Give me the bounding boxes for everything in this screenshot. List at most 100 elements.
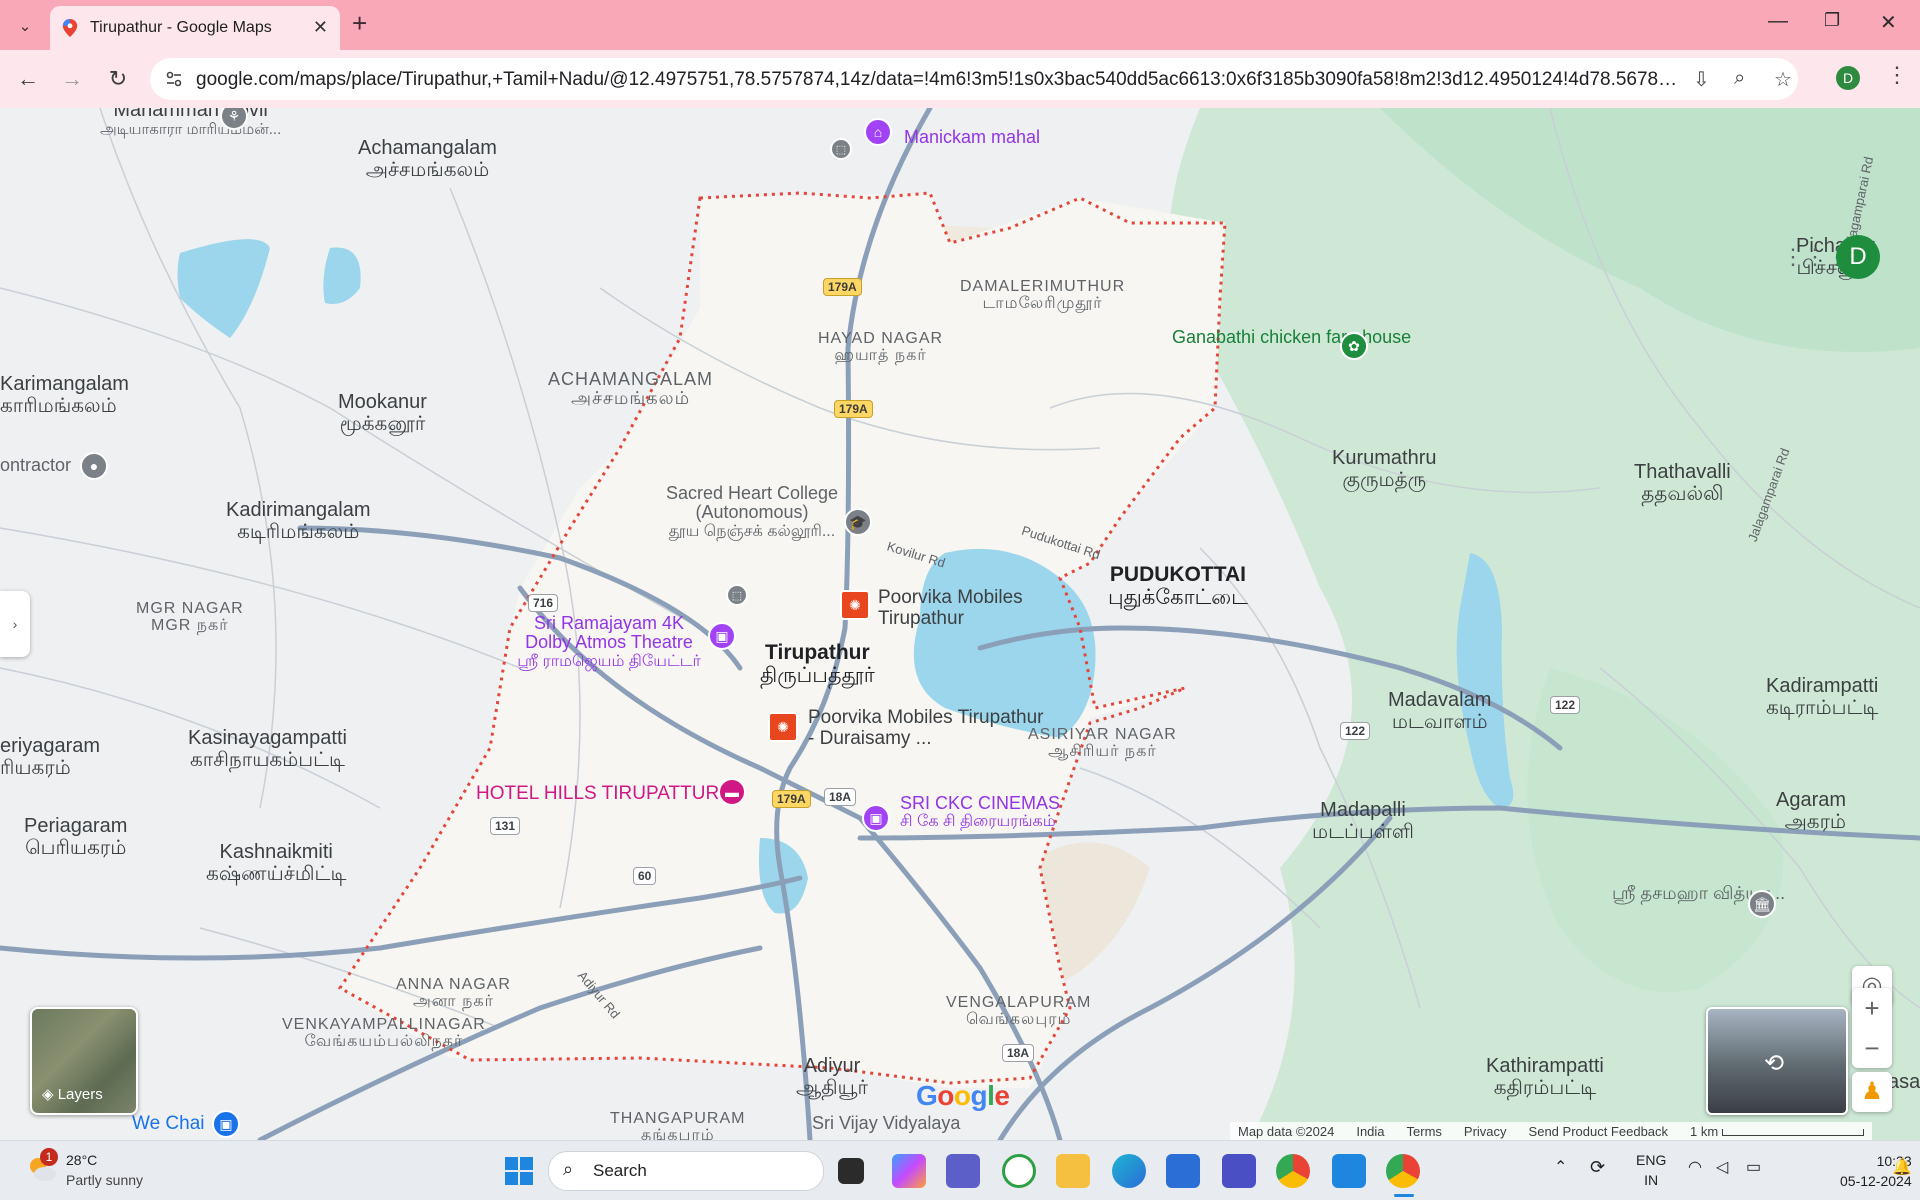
town-label-kasinayagampatti: Kasinayagampatti காசிநாயகம்பட்டி <box>188 727 347 771</box>
shop-icon[interactable]: ✺ <box>768 712 798 742</box>
town-label-partial: asa <box>1888 1071 1920 1093</box>
town-label-kadirimangalam: Kadirimangalam கடிரிமங்கலம் <box>226 499 371 543</box>
town-label-madavalam: Madavalam மடவாளம் <box>1388 689 1492 733</box>
neighborhood-label-anna-nagar: ANNA NAGAR அனா நகர் <box>396 976 511 1011</box>
shop-icon[interactable]: ✺ <box>840 590 870 620</box>
town-label-periagaram: Periagaram பெரியகரம் <box>24 815 128 859</box>
file-explorer-icon[interactable] <box>1056 1154 1090 1188</box>
show-hidden-icons-icon[interactable]: ⌃ <box>1554 1157 1567 1177</box>
route-shield-122: 122 <box>1550 696 1581 714</box>
chrome-icon[interactable] <box>1276 1154 1310 1188</box>
neighborhood-label-vengalapuram: VENGALAPURAM வெங்கலபுரம் <box>946 994 1092 1029</box>
volume-icon[interactable]: ◁ <box>1716 1157 1728 1177</box>
place-pin-icon[interactable]: ● <box>80 452 108 480</box>
forward-icon[interactable]: → <box>58 66 86 92</box>
back-icon[interactable]: ← <box>14 66 42 92</box>
town-label-achamangalam: Achamangalam அச்சமங்கலம் <box>358 137 497 181</box>
poi-sri-ramajayam-theatre[interactable]: Sri Ramajayam 4K Dolby Atmos Theatre ஸ்ர… <box>514 613 704 670</box>
route-shield-716: 716 <box>528 594 559 612</box>
poi-contractor[interactable]: ontractor <box>0 455 71 475</box>
cinema-icon[interactable]: ▣ <box>862 804 890 832</box>
zoom-out-button[interactable]: − <box>1852 1028 1892 1068</box>
zoom-icon[interactable]: ⌕ <box>1734 67 1745 90</box>
active-app-indicator <box>1394 1194 1414 1197</box>
minimize-icon[interactable]: — <box>1768 10 1788 33</box>
app-circle-icon[interactable] <box>1002 1154 1036 1188</box>
bookmark-star-icon[interactable]: ☆ <box>1774 67 1792 92</box>
weather-description[interactable]: Partly sunny <box>66 1172 143 1188</box>
copilot-icon[interactable] <box>892 1154 926 1188</box>
neighborhood-label-achamangalam: ACHAMANGALAM அச்சமங்கலம் <box>548 369 714 409</box>
wedding-hall-icon[interactable]: ⌂ <box>864 118 892 146</box>
taskbar-search[interactable]: ⌕ Search <box>548 1151 824 1191</box>
battery-icon[interactable]: ▭ <box>1746 1157 1761 1177</box>
weather-temperature[interactable]: 28°C <box>66 1152 97 1168</box>
poi-manickam-mahal[interactable]: Manickam mahal <box>904 127 1040 147</box>
terms-link[interactable]: Terms <box>1407 1122 1442 1140</box>
farm-icon[interactable]: ✿ <box>1340 332 1368 360</box>
town-label-mookanur: Mookanur மூக்கனூர் <box>338 391 427 435</box>
reload-icon[interactable]: ↻ <box>104 66 132 92</box>
browser-profile-avatar[interactable]: D <box>1836 66 1860 90</box>
route-shield-131: 131 <box>490 817 521 835</box>
tab-google-maps[interactable]: Tirupathur - Google Maps ✕ <box>50 6 340 50</box>
bus-stop-icon[interactable]: ⬚ <box>726 584 748 606</box>
windows-start-icon[interactable] <box>502 1154 536 1188</box>
poi-poorvika-mobiles-2[interactable]: Poorvika Mobiles Tirupathur - Duraisamy … <box>808 707 1048 749</box>
tab-search-chevron-icon[interactable]: ⌄ <box>12 13 38 39</box>
chrome-profile-icon[interactable] <box>1386 1154 1420 1188</box>
app-icon[interactable] <box>1222 1154 1256 1188</box>
language-indicator[interactable]: ENG IN <box>1636 1150 1666 1190</box>
window-close-icon[interactable]: ✕ <box>1880 10 1897 35</box>
town-label-periyagaram: eriyagaram ரியகரம் <box>0 735 101 779</box>
layers-button[interactable]: ◈ Layers <box>30 1007 138 1115</box>
poi-sri-vijay-vidyalaya[interactable]: Sri Vijay Vidyalaya <box>812 1113 960 1133</box>
weather-notification-badge: 1 <box>40 1148 58 1166</box>
feedback-link[interactable]: Send Product Feedback <box>1529 1122 1668 1140</box>
edge-icon[interactable] <box>1112 1154 1146 1188</box>
maps-pin-icon <box>62 19 78 37</box>
scale-label[interactable]: 1 km <box>1690 1122 1864 1140</box>
hotel-icon[interactable]: ▬ <box>718 778 746 806</box>
neighborhood-label-asiriyar-nagar: ASIRIYAR NAGAR ஆசிரியர் நகர் <box>1028 726 1177 761</box>
wifi-icon[interactable]: ◠ <box>1688 1157 1702 1177</box>
school-icon[interactable]: 🏛 <box>1748 890 1776 918</box>
task-view-icon[interactable] <box>838 1158 864 1184</box>
site-settings-icon[interactable] <box>164 69 184 89</box>
browser-menu-icon[interactable]: ⋮ <box>1886 62 1908 88</box>
teams-icon[interactable] <box>946 1154 980 1188</box>
install-app-icon[interactable]: ⇩ <box>1693 67 1710 92</box>
theatre-icon[interactable]: ▣ <box>708 622 736 650</box>
street-view-thumbnail[interactable]: ⟲ <box>1706 1007 1848 1115</box>
bus-stop-icon[interactable]: ⬚ <box>830 138 852 160</box>
new-tab-button[interactable]: + <box>352 10 367 36</box>
zoom-in-button[interactable]: + <box>1852 988 1892 1028</box>
route-shield-122: 122 <box>1340 722 1371 740</box>
town-label-kathirampatti: Kathirampatti கதிரம்பட்டி <box>1486 1055 1604 1099</box>
zoom-controls: + − <box>1852 988 1892 1068</box>
restore-icon[interactable]: ❐ <box>1824 10 1840 31</box>
pegman-icon[interactable]: ♟ <box>1852 1072 1892 1112</box>
account-avatar[interactable]: D <box>1836 235 1880 279</box>
region-link[interactable]: India <box>1356 1122 1384 1140</box>
route-shield-179a: 179A <box>823 278 862 296</box>
poi-ganabathi-farmhouse[interactable]: Ganabathi chicken farmhouse <box>1172 327 1411 347</box>
store-icon[interactable]: ▣ <box>212 1110 240 1138</box>
poi-sacred-heart-college[interactable]: Sacred Heart College (Autonomous) தூய நெ… <box>652 483 852 540</box>
map-canvas[interactable]: 179A 179A 716 179A 18A 131 60 122 122 18… <box>0 108 1920 1140</box>
privacy-link[interactable]: Privacy <box>1464 1122 1507 1140</box>
route-shield-18a: 18A <box>1002 1044 1035 1062</box>
poi-hotel-hills[interactable]: HOTEL HILLS TIRUPATTUR <box>476 783 719 805</box>
store-icon[interactable] <box>1166 1154 1200 1188</box>
poi-we-chai[interactable]: We Chai <box>132 1113 205 1135</box>
vscode-icon[interactable] <box>1332 1154 1366 1188</box>
school-icon[interactable]: 🎓 <box>844 508 872 536</box>
poi-poorvika-mobiles-1[interactable]: Poorvika Mobiles Tirupathur <box>878 587 1058 629</box>
poi-sri-ckc-cinemas[interactable]: SRI CKC CINEMAS சி கே சி திரையரங்கம் <box>900 793 1060 831</box>
close-tab-icon[interactable]: ✕ <box>313 17 328 38</box>
address-bar[interactable]: google.com/maps/place/Tirupathur,+Tamil+… <box>150 58 1798 100</box>
sync-icon[interactable]: ⟳ <box>1590 1157 1605 1178</box>
route-shield-179a: 179A <box>834 400 873 418</box>
expand-side-panel-button[interactable]: › <box>0 591 30 657</box>
notification-bell-icon[interactable]: 🔔 <box>1892 1157 1912 1177</box>
